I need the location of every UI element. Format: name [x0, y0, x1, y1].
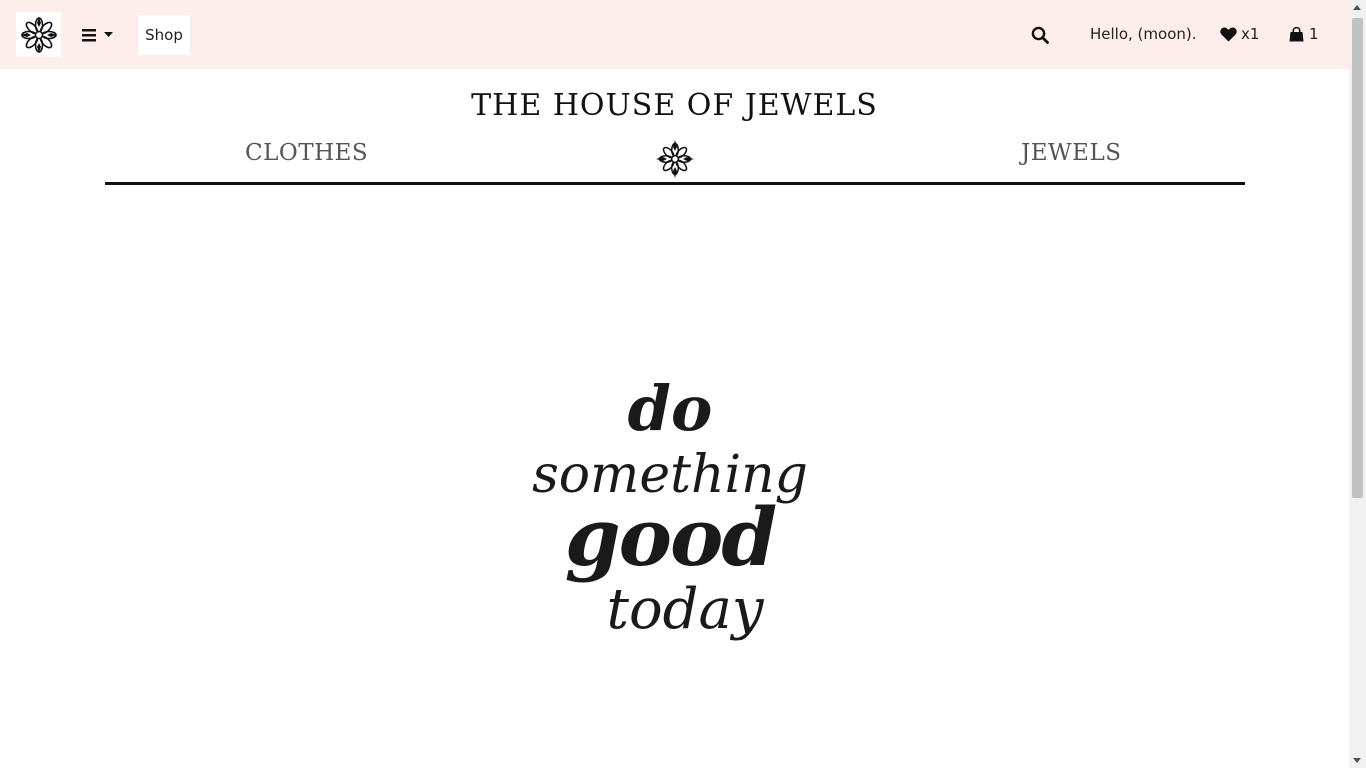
header-divider	[105, 182, 1245, 185]
cart-link[interactable]: 1	[1289, 25, 1319, 43]
hero-line-good: good	[565, 490, 777, 584]
mandala-flower-icon	[20, 16, 57, 53]
menu-dropdown-button[interactable]	[82, 22, 128, 48]
hero-lettering-image: do something good today	[532, 372, 808, 642]
cart-count: 1	[1309, 25, 1319, 43]
wishlist-link[interactable]: x1	[1220, 25, 1259, 43]
caret-down-icon	[104, 32, 113, 37]
scroll-up-arrow-icon[interactable]	[1353, 5, 1361, 10]
shop-button[interactable]: Shop	[138, 15, 190, 55]
user-greeting-link[interactable]: Hello, (moon).	[1090, 25, 1197, 43]
bars-icon	[82, 28, 96, 41]
scrollbar-thumb[interactable]	[1352, 18, 1363, 498]
scroll-down-arrow-icon[interactable]	[1353, 758, 1361, 763]
nav-jewels-link[interactable]: JEWELS	[1021, 140, 1121, 166]
heart-icon	[1220, 27, 1237, 41]
nav-clothes-link[interactable]: CLOTHES	[245, 140, 368, 166]
site-title: THE HOUSE OF JEWELS	[471, 88, 878, 123]
wishlist-count: x1	[1241, 25, 1260, 43]
shopping-bag-icon	[1289, 26, 1304, 41]
site-logo[interactable]	[16, 12, 61, 57]
hero-line-today: today	[606, 577, 764, 642]
top-navbar: Shop Hello, (moon). x1 1	[0, 0, 1349, 69]
mandala-flower-icon[interactable]	[654, 138, 696, 180]
page-scrollbar[interactable]	[1349, 0, 1366, 768]
hero-line-do: do	[628, 372, 713, 445]
search-icon	[1031, 26, 1049, 44]
search-button[interactable]	[1031, 26, 1051, 46]
